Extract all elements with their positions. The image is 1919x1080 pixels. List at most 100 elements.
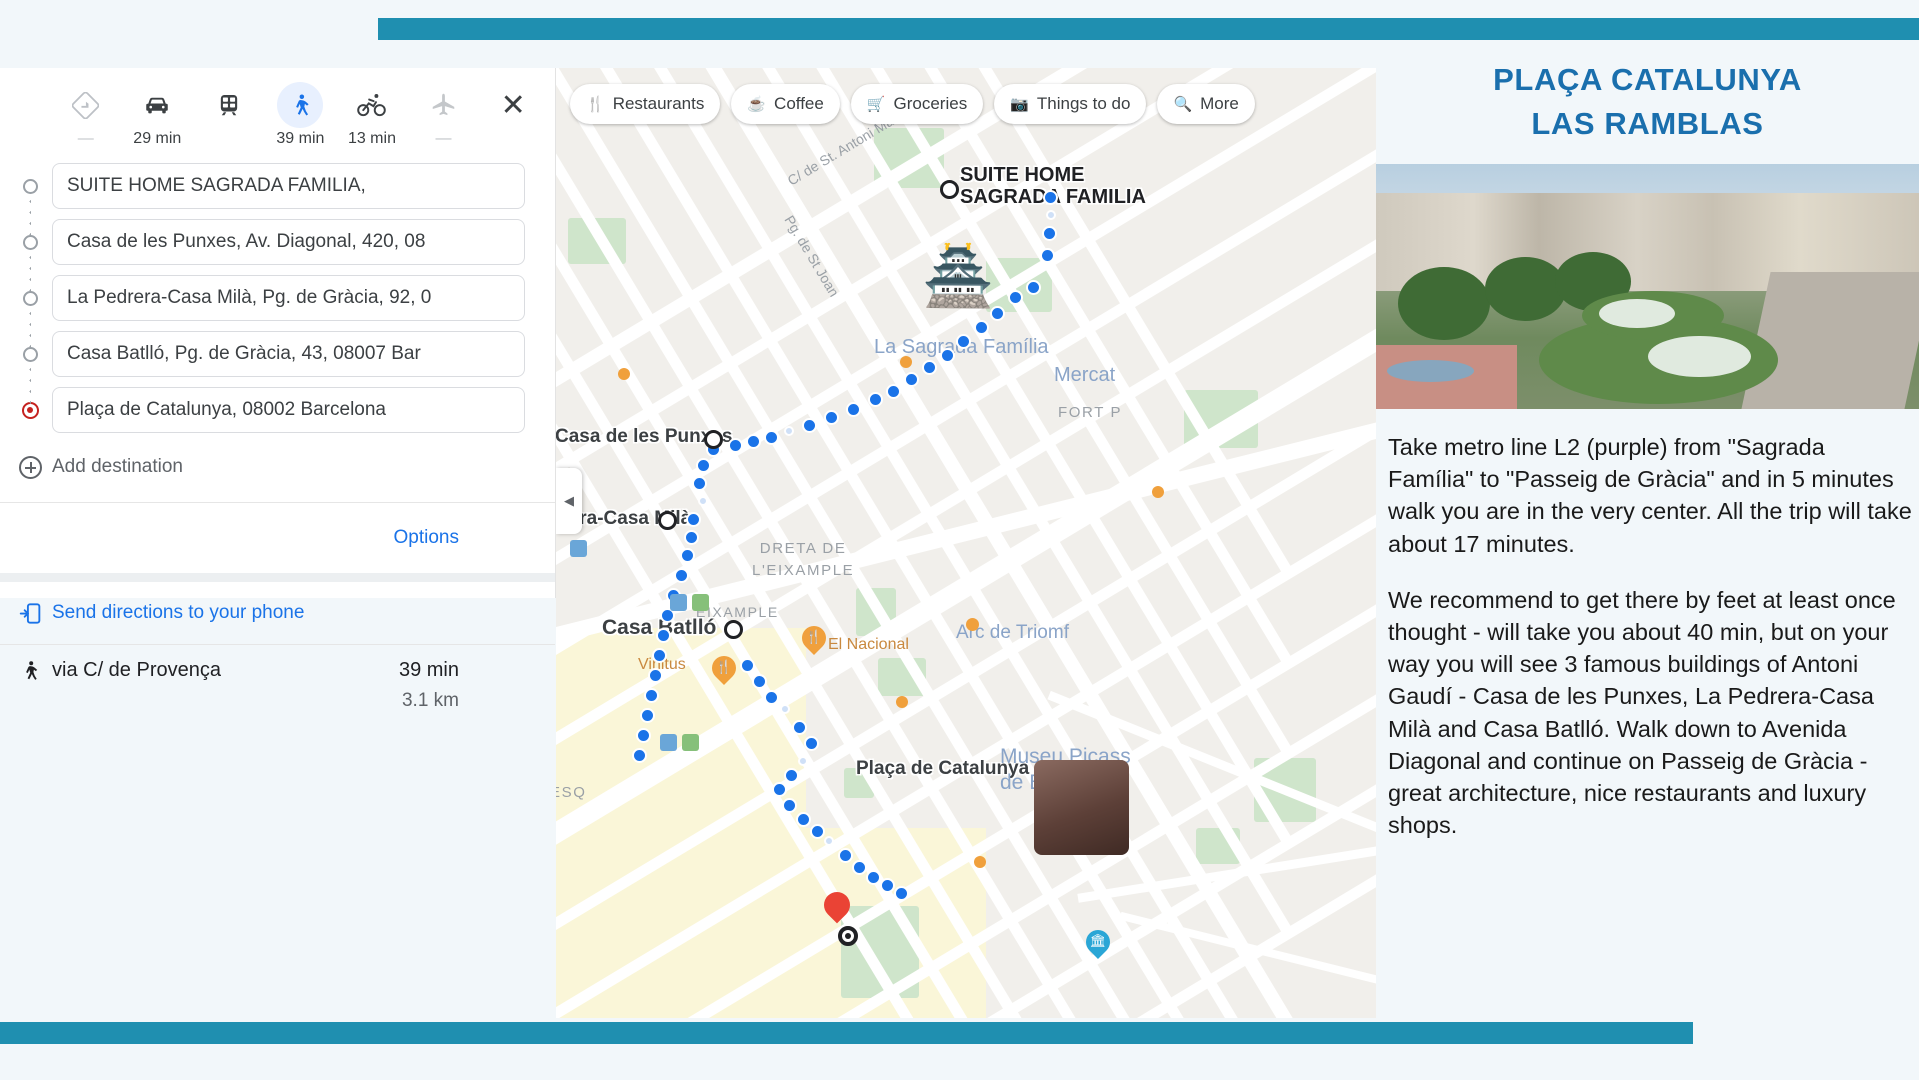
route-dot <box>640 708 655 723</box>
walking-route-icon <box>8 659 52 683</box>
info-panel: PLAÇA CATALUNYA LAS RAMBLAS Take metro l… <box>1376 40 1919 1030</box>
best-route-icon <box>63 82 109 128</box>
map-poi-square[interactable] <box>570 540 587 557</box>
route-dot <box>752 674 767 689</box>
map-marker-origin[interactable] <box>940 180 959 199</box>
mode-transit[interactable] <box>193 82 265 130</box>
route-dot <box>792 720 807 735</box>
destination-input[interactable]: Plaça de Catalunya, 08002 Barcelona <box>52 387 525 433</box>
mode-flights[interactable]: — <box>408 82 480 148</box>
plus-icon <box>8 455 52 479</box>
collapse-panel-button[interactable]: ◀ <box>556 468 582 534</box>
slide-root: — 29 min 39 min 13 min — ✕ SUITE HOME SA… <box>0 0 1919 1080</box>
waypoint-input-3[interactable]: Casa Batlló, Pg. de Gràcia, 43, 08007 Ba… <box>52 331 525 377</box>
waypoint-row-origin: SUITE HOME SAGRADA FAMILIA, <box>0 158 555 214</box>
map-label-fort: FORT P <box>1058 404 1123 421</box>
map-canvas[interactable]: 🍴 Restaurants ☕ Coffee 🛒 Groceries 📷 Thi… <box>556 68 1376 1018</box>
chip-more[interactable]: 🔍 More <box>1157 84 1255 124</box>
waypoint-marker-icon <box>8 234 52 250</box>
waypoint-connector <box>29 308 31 348</box>
map-poi-square[interactable] <box>660 734 677 751</box>
origin-marker-icon <box>8 178 52 194</box>
map-label-mercat: Mercat <box>1054 364 1116 386</box>
map-destination-pin[interactable] <box>824 892 850 926</box>
chip-coffee[interactable]: ☕ Coffee <box>731 84 840 124</box>
route-dot <box>904 372 919 387</box>
route-dot <box>846 402 861 417</box>
send-to-phone-button[interactable]: Send directions to your phone <box>0 582 555 644</box>
car-icon <box>134 82 180 128</box>
mode-walking[interactable]: 39 min <box>265 82 337 148</box>
route-dot <box>1026 280 1041 295</box>
restaurant-icon: 🍴 <box>586 96 605 113</box>
info-title-line2: LAS RAMBLAS <box>1531 106 1764 142</box>
map-destination-dot[interactable] <box>838 926 858 946</box>
walking-duration: 39 min <box>276 130 325 147</box>
map-marker-batllo[interactable] <box>724 620 743 639</box>
destination-pin-icon <box>8 401 52 419</box>
route-dot <box>880 878 895 893</box>
train-icon <box>206 82 252 128</box>
route-dot <box>940 348 955 363</box>
phone-send-icon <box>8 601 52 626</box>
route-dot <box>696 458 711 473</box>
route-dot <box>798 756 808 766</box>
route-dot <box>1040 248 1055 263</box>
route-dot <box>838 848 853 863</box>
poi-marker-el-nacional[interactable]: 🍴 <box>802 626 826 657</box>
driving-duration: 29 min <box>133 130 182 147</box>
map-marker-punxes[interactable] <box>704 430 723 449</box>
map-photo-thumbnail[interactable] <box>1034 760 1129 855</box>
map-poi-dot[interactable] <box>974 856 986 868</box>
route-dot <box>802 418 817 433</box>
flights-duration: — <box>435 130 452 147</box>
route-dot <box>740 658 755 673</box>
camera-icon: 📷 <box>1010 96 1029 113</box>
map-poi-dot[interactable] <box>1152 486 1164 498</box>
options-button[interactable]: Options <box>394 527 459 549</box>
map-background <box>556 68 1376 1018</box>
mode-driving[interactable]: 29 min <box>122 82 194 148</box>
route-dot <box>780 704 790 714</box>
map-poi-dot[interactable] <box>900 356 912 368</box>
map-marker-pedrera[interactable] <box>658 511 677 530</box>
chip-things-to-do[interactable]: 📷 Things to do <box>994 84 1147 124</box>
chip-things-to-do-label: Things to do <box>1036 94 1131 113</box>
poi-marker-museum[interactable]: 🏛 <box>1086 930 1110 961</box>
chip-groceries[interactable]: 🛒 Groceries <box>850 84 984 124</box>
route-dot <box>886 384 901 399</box>
route-dot <box>656 628 671 643</box>
route-dot <box>866 870 881 885</box>
send-to-phone-label: Send directions to your phone <box>52 602 305 623</box>
route-dot <box>764 690 779 705</box>
route-summary[interactable]: via C/ de Provença 39 min 3.1 km <box>0 645 555 712</box>
waypoint-row-3: Casa Batlló, Pg. de Gràcia, 43, 08007 Ba… <box>0 326 555 382</box>
map-poi-dot[interactable] <box>618 368 630 380</box>
poi-marker-vinitus[interactable]: 🍴 <box>712 656 736 687</box>
route-dot <box>686 512 701 527</box>
route-dot <box>804 736 819 751</box>
waypoint-connector <box>29 252 31 292</box>
map-poi-dot[interactable] <box>896 696 908 708</box>
map-poi-square[interactable] <box>670 594 687 611</box>
mode-cycling[interactable]: 13 min <box>336 82 408 148</box>
info-paragraph-1: Take metro line L2 (purple) from "Sagrad… <box>1388 434 1912 557</box>
route-dot <box>652 648 667 663</box>
map-poi-square[interactable] <box>692 594 709 611</box>
map-label-esq: ESQ <box>556 784 587 801</box>
map-poi-dot[interactable] <box>966 618 979 631</box>
waypoint-input-1[interactable]: Casa de les Punxes, Av. Diagonal, 420, 0… <box>52 219 525 265</box>
waypoint-input-2[interactable]: La Pedrera-Casa Milà, Pg. de Gràcia, 92,… <box>52 275 525 321</box>
info-body: Take metro line L2 (purple) from "Sagrad… <box>1376 409 1919 841</box>
airplane-icon <box>421 82 467 128</box>
route-dot <box>636 728 651 743</box>
origin-input[interactable]: SUITE HOME SAGRADA FAMILIA, <box>52 163 525 209</box>
chip-groceries-label: Groceries <box>893 94 968 113</box>
mode-best-route[interactable]: — <box>50 82 122 148</box>
close-directions-button[interactable]: ✕ <box>489 82 537 128</box>
add-destination-button[interactable]: Add destination <box>0 438 555 496</box>
route-dot <box>784 426 794 436</box>
route-dot <box>1043 190 1058 205</box>
chip-restaurants[interactable]: 🍴 Restaurants <box>570 84 721 124</box>
map-poi-square[interactable] <box>682 734 699 751</box>
